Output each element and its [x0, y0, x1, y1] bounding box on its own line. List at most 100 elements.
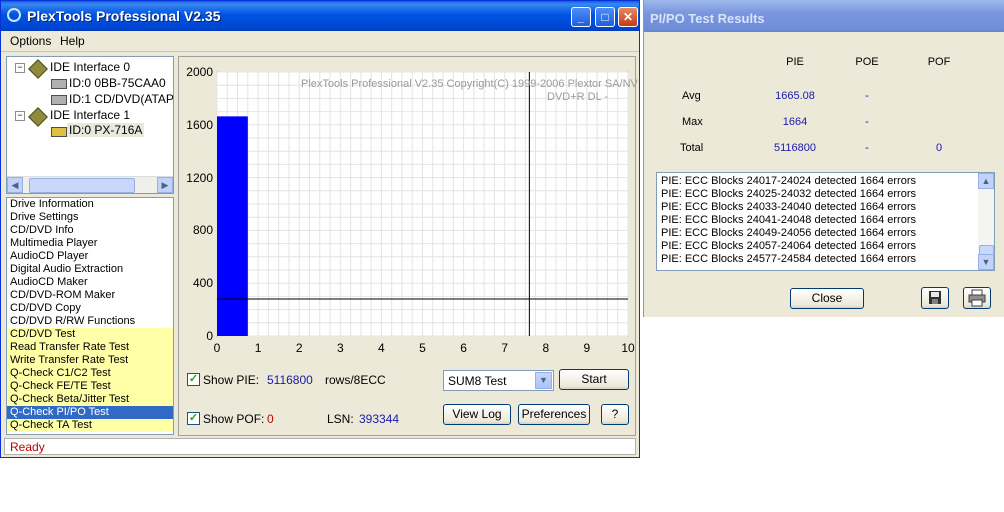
preferences-button[interactable]: Preferences	[518, 404, 590, 425]
y-tick-label: 1200	[186, 170, 213, 185]
close-button[interactable]: ✕	[618, 7, 638, 27]
function-item[interactable]: CD/DVD Info	[7, 224, 173, 237]
help-button[interactable]: ?	[601, 404, 629, 425]
scroll-left-icon[interactable]: ◀	[7, 177, 23, 193]
save-icon	[929, 291, 941, 304]
function-item[interactable]: CD/DVD Copy	[7, 302, 173, 315]
start-button[interactable]: Start	[559, 369, 629, 390]
col-header-pof: POF	[927, 56, 951, 68]
scroll-down-icon[interactable]: ▼	[978, 254, 994, 270]
function-item[interactable]: CD/DVD Test	[7, 328, 173, 341]
function-item[interactable]: Q-Check Beta/Jitter Test	[7, 393, 173, 406]
log-vertical-scrollbar[interactable]: ▲ ▼	[978, 173, 994, 270]
scroll-thumb[interactable]	[29, 178, 135, 193]
function-item[interactable]: CD/DVD R/RW Functions	[7, 315, 173, 328]
log-entry: PIE: ECC Blocks 24057-24064 detected 166…	[661, 240, 916, 252]
print-button[interactable]	[963, 287, 991, 309]
avg-poe-value: -	[865, 90, 869, 102]
function-item[interactable]: Multimedia Player	[7, 237, 173, 250]
tree-item-hdd[interactable]: ID:0 0BB-75CAA0	[69, 76, 166, 90]
collapse-icon[interactable]: −	[15, 63, 25, 73]
function-item[interactable]: CD/DVD-ROM Maker	[7, 289, 173, 302]
tree-item-px716a[interactable]: ID:0 PX-716A	[67, 123, 145, 137]
x-tick-label: 0	[213, 341, 221, 355]
x-tick-label: 5	[419, 341, 426, 355]
chart-panel: 0 400 800 1200 1600 2000 0 1 2 3 4 5 6 7 8 9 10 PlexTool…	[178, 56, 638, 436]
show-pof-checkbox[interactable]: ✓	[187, 412, 200, 425]
x-tick-label: 10	[621, 341, 635, 355]
scroll-up-icon[interactable]: ▲	[978, 173, 994, 189]
error-log-list[interactable]: PIE: ECC Blocks 24017-24024 detected 166…	[656, 172, 995, 271]
function-item[interactable]: Q-Check TA Test	[7, 419, 173, 432]
tree-item-cdrom[interactable]: ID:1 CD/DVD(ATAPI	[69, 92, 173, 106]
row-label-avg: Avg	[682, 90, 701, 102]
function-item[interactable]: AudioCD Maker	[7, 276, 173, 289]
menu-help[interactable]: Help	[60, 34, 85, 48]
col-header-pie: PIE	[786, 56, 804, 68]
menu-options[interactable]: Options	[10, 34, 51, 48]
function-item[interactable]: Drive Information	[7, 198, 173, 211]
y-tick-label: 800	[192, 223, 213, 238]
tree-item-ide0[interactable]: IDE Interface 0	[50, 60, 130, 74]
save-button[interactable]	[921, 287, 949, 309]
log-entry: PIE: ECC Blocks 24033-24040 detected 166…	[661, 201, 916, 213]
tree-item-ide1[interactable]: IDE Interface 1	[50, 108, 130, 122]
total-pie-value: 5116800	[773, 142, 816, 154]
row-label-total: Total	[680, 142, 704, 154]
results-close-button[interactable]: Close	[790, 288, 864, 309]
max-pie-value: 1664	[782, 116, 808, 128]
chart-watermark: PlexTools Professional V2.35 Copyright(C…	[301, 78, 638, 90]
show-pof-label: Show POF:	[203, 412, 265, 426]
function-item[interactable]: Read Transfer Rate Test	[7, 341, 173, 354]
scroll-right-icon[interactable]: ▶	[157, 177, 173, 193]
total-poe-value: -	[865, 142, 869, 154]
show-pie-checkbox[interactable]: ✓	[187, 373, 200, 386]
main-window: PlexTools Professional V2.35 _ □ ✕ Optio…	[0, 0, 640, 458]
function-item[interactable]: Q-Check PI/PO Test	[7, 406, 173, 419]
test-mode-value: SUM8 Test	[448, 374, 507, 388]
x-tick-label: 7	[501, 341, 509, 355]
avg-pie-value: 1665.08	[775, 90, 815, 102]
title-bar[interactable]: PlexTools Professional V2.35 _ □ ✕	[1, 1, 639, 31]
show-pie-label: Show PIE:	[203, 373, 260, 387]
function-item[interactable]: Write Transfer Rate Test	[7, 354, 173, 367]
view-log-button[interactable]: View Log	[443, 404, 511, 425]
app-icon	[7, 8, 21, 22]
disc-type-label: DVD+R DL -	[547, 91, 609, 103]
results-window: PI/PO Test Results PIE POE POF Avg 1665.…	[643, 0, 1004, 317]
max-poe-value: -	[865, 116, 869, 128]
y-tick-label: 400	[192, 276, 213, 291]
window-title: PlexTools Professional V2.35	[27, 8, 221, 24]
x-tick-label: 6	[460, 341, 467, 355]
function-item[interactable]: AudioCD Player	[7, 250, 173, 263]
x-tick-label: 3	[336, 341, 344, 355]
optical-drive-icon	[51, 95, 67, 105]
function-item[interactable]: Drive Settings	[7, 211, 173, 224]
show-pie-value: 5116800	[267, 373, 313, 387]
x-tick-label: 2	[295, 341, 303, 355]
pie-bar	[217, 116, 248, 336]
function-item[interactable]: Q-Check C1/C2 Test	[7, 367, 173, 380]
status-bar: Ready	[4, 438, 636, 455]
col-header-poe: POE	[855, 56, 879, 68]
function-item[interactable]: Q-Check FE/TE Test	[7, 380, 173, 393]
log-entry: PIE: ECC Blocks 24049-24056 detected 166…	[661, 227, 916, 239]
test-mode-select[interactable]: SUM8 Test ▼	[443, 370, 554, 391]
x-tick-label: 8	[542, 341, 550, 355]
show-pof-value: 0	[267, 412, 274, 426]
x-tick-label: 9	[583, 341, 591, 355]
collapse-icon[interactable]: −	[15, 111, 25, 121]
chevron-down-icon[interactable]: ▼	[535, 372, 552, 389]
results-title: PI/PO Test Results	[650, 11, 765, 26]
pie-unit-label: rows/8ECC	[325, 373, 386, 387]
function-item[interactable]: Digital Audio Extraction	[7, 263, 173, 276]
status-text: Ready	[10, 440, 45, 454]
device-tree: − IDE Interface 0 ID:0 0BB-75CAA0 ID:1 C…	[6, 56, 174, 194]
maximize-button[interactable]: □	[595, 7, 615, 27]
results-title-bar[interactable]: PI/PO Test Results	[644, 0, 1004, 32]
function-list: Drive Information Drive Settings CD/DVD In…	[6, 197, 174, 435]
tree-horizontal-scrollbar[interactable]: ◀ ▶	[7, 176, 173, 193]
log-entry: PIE: ECC Blocks 24017-24024 detected 166…	[661, 175, 916, 187]
minimize-button[interactable]: _	[571, 7, 591, 27]
y-tick-label: 2000	[186, 65, 213, 79]
